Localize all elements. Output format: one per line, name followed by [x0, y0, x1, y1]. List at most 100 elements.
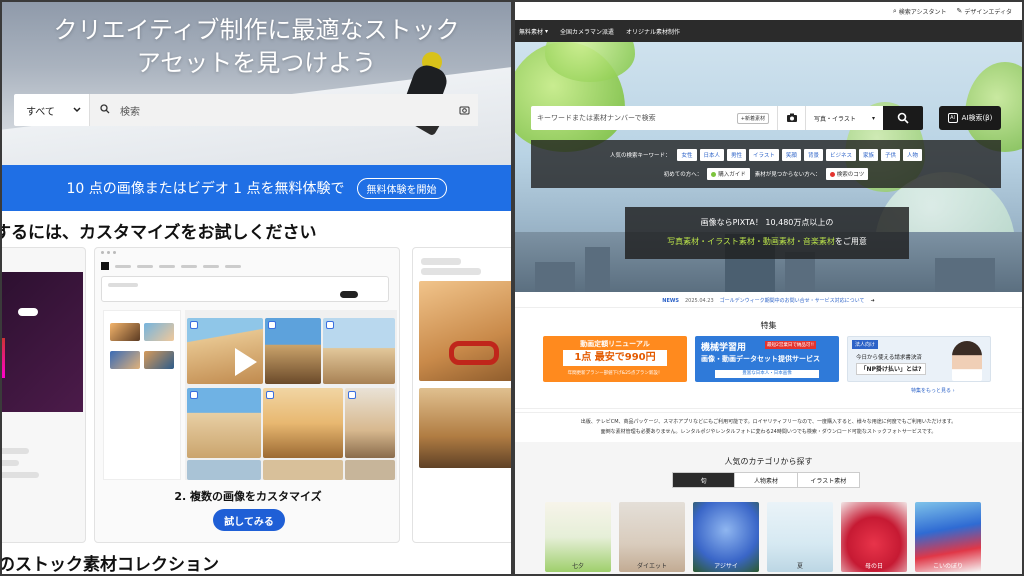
camera-icon[interactable]: [777, 106, 805, 130]
keyword-chip[interactable]: ビジネス: [825, 149, 856, 161]
chevron-down-icon: ▾: [545, 27, 549, 35]
sunglasses-photo: [419, 281, 511, 381]
service-description: 出版、テレビCM、商品パッケージ、スマホアプリなどにもご利用可能です。ロイヤリテ…: [515, 412, 1022, 437]
search-scope-dropdown[interactable]: すべて: [14, 94, 90, 126]
keyword-chip[interactable]: 女性: [677, 149, 697, 161]
visual-search-icon[interactable]: [450, 94, 478, 126]
search-submit-button[interactable]: [883, 106, 923, 130]
keyword-panel: 人気の検索キーワード： 女性 日本人 男性 イラスト 笑顔 背景 ビジネス 家族…: [531, 140, 1001, 188]
chevron-down-icon: [73, 105, 81, 116]
customize-card-3[interactable]: [412, 247, 511, 543]
play-icon[interactable]: [235, 348, 257, 376]
utility-bar: ⌕ 検索アシスタント ✎ デザインエディタ: [515, 2, 1022, 20]
banner-main: 1点 最安で990円: [563, 350, 667, 366]
nav-item-original[interactable]: オリジナル素材制作: [626, 27, 680, 36]
search-assistant-link[interactable]: ⌕ 検索アシスタント: [893, 7, 947, 16]
category-tile[interactable]: アジサイ: [693, 502, 759, 572]
tab-illustration[interactable]: イラスト素材: [798, 473, 859, 487]
image-thumbnail[interactable]: [345, 388, 395, 458]
keyword-chip[interactable]: 日本人: [699, 149, 725, 161]
feature-banner-video[interactable]: 動画定額リニューアル 1点 最安で990円 年間更新プランー部値下げ&25点プラ…: [543, 336, 687, 382]
customize-card-1[interactable]: [2, 247, 86, 543]
guide-icon: [711, 171, 717, 177]
more-features-link[interactable]: 特集をもっと見る ›: [911, 387, 955, 394]
image-thumbnail[interactable]: [323, 318, 395, 384]
category-title: 人気のカテゴリから探す: [724, 457, 813, 466]
image-thumbnail[interactable]: [263, 388, 343, 458]
category-tile[interactable]: 七夕: [545, 502, 611, 572]
feature-title: 特集: [760, 321, 777, 330]
adobe-stock-page: クリエイティブ制作に最適なストック アセットを見つけよう すべて 検索 10 点…: [2, 2, 511, 574]
nav-label: 全国カメラマン派遣: [560, 28, 615, 36]
search-tips-button[interactable]: 検索のコツ: [825, 168, 869, 180]
banner-badge: 最短2営業日で納品可!!: [765, 341, 816, 349]
keyword-chip[interactable]: 家族: [858, 149, 878, 161]
category-label: 夏: [796, 563, 803, 570]
news-link[interactable]: ゴールデンウィーク期間中のお問い合せ・サービス対応について: [720, 297, 865, 304]
nav-label: 無料素材: [519, 28, 544, 36]
collection-section-title: のストック素材コレクション: [2, 555, 219, 574]
sunglasses-icon: [449, 341, 499, 365]
placeholder-line: [2, 472, 39, 478]
search-assistant-label: 検索アシスタント: [898, 8, 947, 16]
intro-line2: 写真素材・イラスト素材・動画素材・音楽素材をご用意: [625, 236, 909, 247]
popular-keywords-label: 人気の検索キーワード：: [609, 153, 671, 159]
new-items-button[interactable]: +新着素材: [736, 112, 769, 124]
keyword-chip[interactable]: 子供: [880, 149, 900, 161]
caret-down-icon: ▾: [871, 114, 875, 122]
design-editor-link[interactable]: ✎ デザインエディタ: [957, 7, 1012, 16]
try-it-button[interactable]: 試してみる: [213, 509, 285, 531]
keyword-chip[interactable]: イラスト: [749, 149, 779, 161]
image-thumbnail[interactable]: [263, 460, 343, 480]
search-placeholder: 検索: [120, 106, 140, 118]
ai-search-label: AI検索(β): [961, 114, 993, 122]
image-thumbnail[interactable]: [345, 460, 395, 480]
category-tile[interactable]: 夏: [767, 502, 833, 572]
arrow-right-icon[interactable]: ➜: [871, 298, 875, 304]
start-free-trial-button[interactable]: 無料体験を開始: [356, 177, 447, 199]
keyword-chip[interactable]: 人物: [903, 149, 923, 161]
help-row: 初めての方へ： 購入ガイド 素材が見つからない方へ： 検索のコツ: [531, 168, 1001, 180]
category-tile[interactable]: ダイエット: [619, 502, 685, 572]
edit-icon: ✎: [956, 7, 963, 15]
hero-title-line2: アセットを見つけよう: [136, 49, 377, 77]
tips-icon: [829, 171, 835, 177]
media-type-dropdown[interactable]: 写真・イラスト ▾: [805, 106, 883, 130]
tab-people[interactable]: 人物素材: [735, 473, 798, 487]
feature-banner-np[interactable]: 法人向け 今日から使える請求書決済 「NP掛け払い」とは?: [847, 336, 991, 382]
ai-icon: AI: [947, 113, 958, 123]
search-bar: すべて 検索: [14, 94, 478, 126]
nav-item-photographer[interactable]: 全国カメラマン派遣: [560, 27, 614, 36]
tab-seasonal[interactable]: 旬: [673, 473, 736, 487]
image-thumbnail[interactable]: [187, 460, 261, 480]
feature-banner-dataset[interactable]: 機械学習用 最短2営業日で納品可!! 画像・動画データセット提供サービス 豊富な…: [695, 336, 839, 382]
category-label: こいのぼり: [932, 563, 963, 570]
category-tile[interactable]: 母の日: [841, 502, 907, 572]
search-input[interactable]: 検索: [90, 94, 450, 126]
category-label: 母の日: [864, 563, 883, 570]
search-icon: [100, 103, 110, 117]
main-nav: 無料素材 ▾ 全国カメラマン派遣 オリジナル素材制作: [515, 20, 1022, 42]
magnifier-icon: ⌕: [892, 6, 897, 15]
description-line2: 面倒な素材管理も必要ありません。レンタルポジやレンタルフォトに変わる24時間いつ…: [600, 429, 937, 435]
category-tile[interactable]: こいのぼり: [915, 502, 981, 572]
banner-main: 画像・動画データセット提供サービス: [701, 355, 820, 363]
pixta-intro-box: 画像ならPIXTA！ 10,480万点以上の 写真素材・イラスト素材・動画素材・…: [625, 207, 909, 259]
image-thumbnail[interactable]: [265, 318, 321, 384]
keyword-chip[interactable]: 男性: [727, 149, 747, 161]
card-dark-preview: [2, 272, 83, 412]
image-thumbnail[interactable]: [187, 388, 261, 458]
placeholder-line: [2, 460, 19, 466]
media-type-label: 写真・イラスト: [814, 115, 856, 123]
keyword-chip[interactable]: 笑顔: [781, 149, 801, 161]
nav-item-free[interactable]: 無料素材 ▾: [519, 27, 548, 36]
description-line1: 出版、テレビCM、商品パッケージ、スマホアプリなどにもご利用可能です。ロイヤリテ…: [580, 419, 957, 425]
banner-sub: 年間更新プランー部値下げ&25点プラン新設！: [567, 371, 663, 376]
customize-card-2[interactable]: 2. 複数の画像をカスタマイズ 試してみる: [94, 247, 400, 543]
ai-search-button[interactable]: AI AI検索(β): [939, 106, 1001, 130]
purchase-guide-button[interactable]: 購入ガイド: [707, 168, 750, 180]
keyword-chip[interactable]: 背景: [803, 149, 823, 161]
news-bar: NEWS 2025.04.23 ゴールデンウィーク期間中のお問い合せ・サービス対…: [515, 294, 1022, 308]
pixta-hero: キーワードまたは素材ナンバーで検索 +新着素材 写真・イラスト ▾ AI AI検…: [515, 42, 1022, 292]
pixta-search-input[interactable]: キーワードまたは素材ナンバーで検索: [531, 113, 737, 123]
